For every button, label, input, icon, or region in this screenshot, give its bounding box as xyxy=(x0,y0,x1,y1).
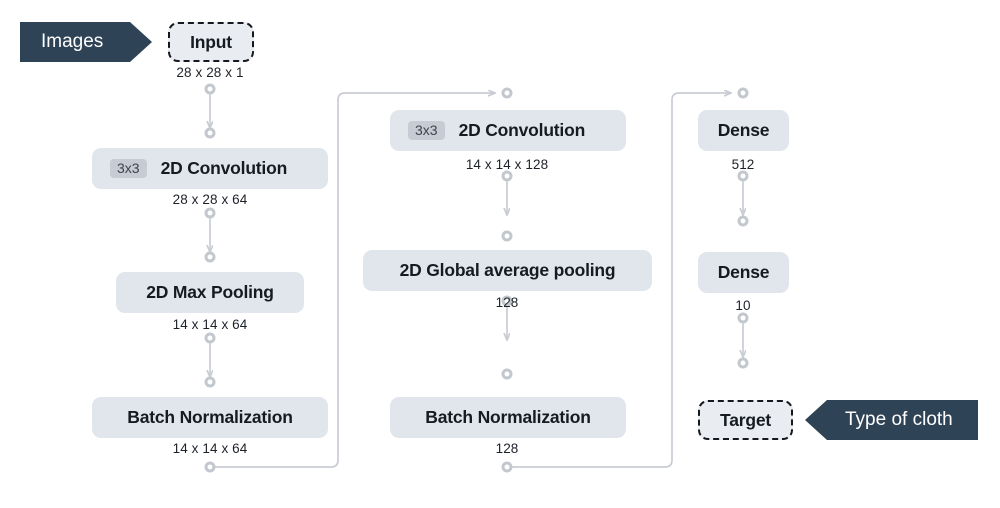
shape-label-batch-norm-2: 128 xyxy=(495,441,519,456)
architecture-diagram-canvas: Images Input 28 x 28 x 1 3x3 2D Convolut… xyxy=(0,0,1000,508)
shape-label-dense-2: 10 xyxy=(735,298,751,313)
shape-label-conv-2: 14 x 14 x 128 xyxy=(465,157,549,172)
shape-label-input: 28 x 28 x 1 xyxy=(176,65,244,80)
shape-label-conv-1: 28 x 28 x 64 xyxy=(172,192,248,207)
shape-label-global-avg-pooling: 128 xyxy=(495,295,519,310)
port-conv2-in xyxy=(501,87,513,99)
port-bn1-in xyxy=(204,376,216,388)
layer-conv-1[interactable]: 3x3 2D Convolution xyxy=(92,148,328,189)
output-target-label: Type of cloth xyxy=(845,409,953,430)
layer-global-avg-pooling[interactable]: 2D Global average pooling xyxy=(363,250,652,291)
shape-label-dense-1: 512 xyxy=(731,157,755,172)
shape-label-batch-norm-1: 14 x 14 x 64 xyxy=(172,441,248,456)
layer-conv-1-label: 2D Convolution xyxy=(160,158,288,178)
port-bn1-out xyxy=(204,461,216,473)
port-conv1-in xyxy=(204,127,216,139)
port-target-in xyxy=(737,357,749,369)
layer-batch-norm-1-label: Batch Normalization xyxy=(127,407,293,427)
input-node-label: Input xyxy=(190,31,232,52)
layer-batch-norm-1[interactable]: Batch Normalization xyxy=(92,397,328,438)
port-pool1-out xyxy=(204,332,216,344)
layer-global-avg-pooling-label: 2D Global average pooling xyxy=(399,260,616,280)
target-node[interactable]: Target xyxy=(698,400,793,440)
layer-max-pooling-1-label: 2D Max Pooling xyxy=(146,282,274,302)
input-source-banner: Images xyxy=(20,22,152,62)
layer-dense-1[interactable]: Dense xyxy=(698,110,789,151)
kernel-size-chip-conv-1: 3x3 xyxy=(110,159,147,178)
port-conv2-out xyxy=(501,170,513,182)
layer-dense-2[interactable]: Dense xyxy=(698,252,789,293)
port-dense2-out xyxy=(737,312,749,324)
layer-conv-2[interactable]: 3x3 2D Convolution xyxy=(390,110,626,151)
input-source-label: Images xyxy=(41,31,104,52)
port-dense1-out xyxy=(737,170,749,182)
kernel-size-chip-conv-2: 3x3 xyxy=(408,121,445,140)
layer-dense-1-label: Dense xyxy=(717,120,770,140)
port-bn2-out xyxy=(501,461,513,473)
input-node[interactable]: Input xyxy=(168,22,254,62)
port-gap-in xyxy=(501,230,513,242)
port-bn2-in xyxy=(501,368,513,380)
layer-conv-2-label: 2D Convolution xyxy=(458,120,586,140)
target-node-label: Target xyxy=(720,409,771,430)
layer-dense-2-label: Dense xyxy=(717,262,770,282)
layer-batch-norm-2-label: Batch Normalization xyxy=(425,407,591,427)
layer-batch-norm-2[interactable]: Batch Normalization xyxy=(390,397,626,438)
port-dense1-in xyxy=(737,87,749,99)
layer-max-pooling-1[interactable]: 2D Max Pooling xyxy=(116,272,304,313)
port-input-out xyxy=(204,83,216,95)
output-target-banner: Type of cloth xyxy=(805,400,978,440)
port-conv1-out xyxy=(204,207,216,219)
port-pool1-in xyxy=(204,251,216,263)
shape-label-max-pooling-1: 14 x 14 x 64 xyxy=(172,317,248,332)
port-dense2-in xyxy=(737,215,749,227)
